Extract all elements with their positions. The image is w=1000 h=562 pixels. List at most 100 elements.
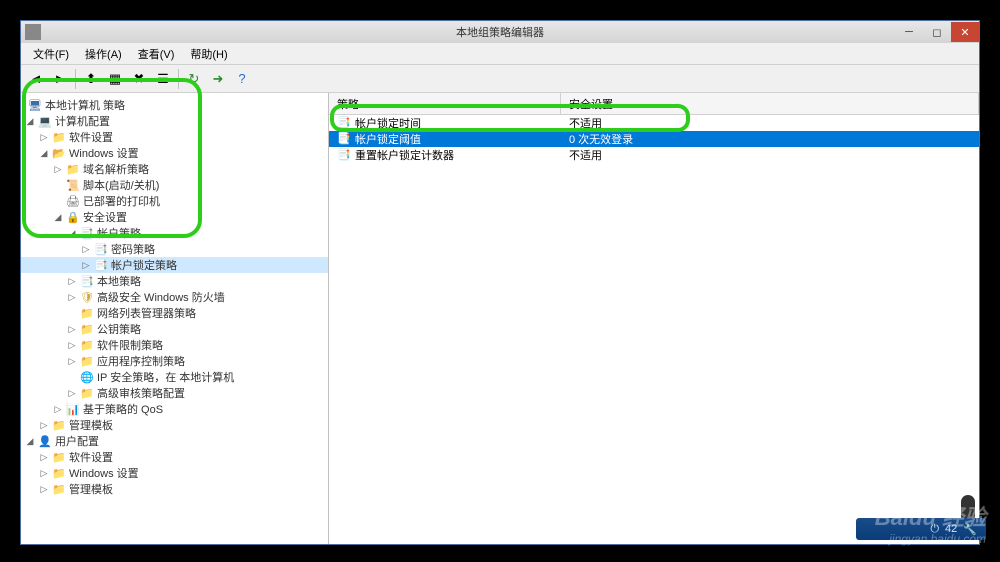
forward-button[interactable]: ► (49, 68, 71, 90)
list-panel: 策略 安全设置 📑帐户锁定时间 不适用 📑帐户锁定阈值 0 次无效登录 📑 重置帐… (329, 93, 979, 544)
tree-root[interactable]: 🖥本地计算机 策略 (21, 97, 328, 113)
expander-icon[interactable]: ▷ (39, 468, 49, 479)
tree-admin-templates[interactable]: ▷📁管理模板 (21, 417, 328, 433)
tree-computer-config[interactable]: ◢💻计算机配置 (21, 113, 328, 129)
tree-label: 软件设置 (69, 449, 113, 465)
policy-icon: 📑 (79, 274, 95, 288)
toolbar-separator (75, 69, 76, 89)
window-title: 本地组策略编辑器 (456, 24, 544, 40)
up-button[interactable]: ⬆ (80, 68, 102, 90)
folder-icon: 📁 (79, 322, 95, 336)
expander-icon[interactable]: ▷ (53, 404, 63, 415)
menu-file[interactable]: 文件(F) (25, 44, 77, 64)
tree-public-key[interactable]: ▷📁公钥策略 (21, 321, 328, 337)
tree-software-settings[interactable]: ▷📁软件设置 (21, 129, 328, 145)
close-button[interactable]: ✕ (951, 22, 979, 42)
policy-icon: 📑 (337, 148, 351, 162)
expander-icon[interactable]: ▷ (39, 132, 49, 143)
tree-software-restriction[interactable]: ▷📁软件限制策略 (21, 337, 328, 353)
expander-icon[interactable]: ▷ (39, 452, 49, 463)
tree-security-settings[interactable]: ◢🔒安全设置 (21, 209, 328, 225)
maximize-button[interactable]: ◻ (923, 22, 951, 42)
expander-icon[interactable]: ▷ (67, 356, 77, 367)
tree-label: 已部署的打印机 (83, 193, 160, 209)
expander-icon[interactable]: ▷ (53, 164, 63, 175)
column-setting[interactable]: 安全设置 (561, 93, 979, 114)
menu-help[interactable]: 帮助(H) (182, 44, 235, 64)
gear-icon: 💻 (37, 114, 53, 128)
list-row[interactable]: 📑帐户锁定时间 不适用 (329, 115, 979, 131)
list-cell-setting: 不适用 (561, 147, 979, 163)
watermark: Baidu 经验 jingyan.baidu.com (875, 500, 986, 546)
help-button[interactable]: ? (231, 68, 253, 90)
tree-account-lockout-policy[interactable]: ▷📑帐户锁定策略 (21, 257, 328, 273)
policy-icon: 📑 (79, 226, 95, 240)
expander-icon[interactable]: ◢ (25, 116, 35, 127)
column-policy[interactable]: 策略 (329, 93, 561, 114)
expander-icon[interactable]: ◢ (53, 212, 63, 223)
tree-password-policy[interactable]: ▷📑密码策略 (21, 241, 328, 257)
folder-icon: 📁 (79, 306, 95, 320)
menu-action[interactable]: 操作(A) (77, 44, 130, 64)
lock-icon: 🔒 (65, 210, 81, 224)
expander-icon[interactable]: ▷ (67, 276, 77, 287)
tree-panel[interactable]: 🖥本地计算机 策略 ◢💻计算机配置 ▷📁软件设置 ◢📂Windows 设置 ▷📁… (21, 93, 329, 544)
expander-icon[interactable]: ▷ (67, 292, 77, 303)
tree-windows-firewall[interactable]: ▷🛡高级安全 Windows 防火墙 (21, 289, 328, 305)
tree-user-config[interactable]: ◢👤用户配置 (21, 433, 328, 449)
minimize-button[interactable]: ─ (895, 22, 923, 42)
list-row[interactable]: 📑 重置帐户锁定计数器 不适用 (329, 147, 979, 163)
expander-icon[interactable]: ▷ (39, 420, 49, 431)
folder-icon: 📁 (79, 354, 95, 368)
refresh-button[interactable]: ↻ (183, 68, 205, 90)
titlebar: 本地组策略编辑器 ─ ◻ ✕ (21, 21, 979, 43)
tree-label: 域名解析策略 (83, 161, 149, 177)
tree-label: 网络列表管理器策略 (97, 305, 196, 321)
expander-icon[interactable]: ▷ (39, 484, 49, 495)
delete-button[interactable]: ✖ (128, 68, 150, 90)
list-cell-text: 帐户锁定阈值 (355, 131, 421, 147)
show-hide-tree-button[interactable]: ▦ (104, 68, 126, 90)
tree-windows-settings[interactable]: ◢📂Windows 设置 (21, 145, 328, 161)
export-button[interactable]: ➜ (207, 68, 229, 90)
expander-icon[interactable]: ▷ (81, 244, 91, 255)
tree-user-software[interactable]: ▷📁软件设置 (21, 449, 328, 465)
firewall-icon: 🛡 (79, 290, 95, 304)
tree-qos[interactable]: ▷📊基于策略的 QoS (21, 401, 328, 417)
tree-ip-security[interactable]: 🌐IP 安全策略，在 本地计算机 (21, 369, 328, 385)
expander-icon[interactable]: ▷ (67, 388, 77, 399)
globe-icon: 🌐 (79, 370, 95, 384)
folder-icon: 📁 (51, 482, 67, 496)
tree-label: 公钥策略 (97, 321, 141, 337)
tree-label: Windows 设置 (69, 145, 139, 161)
tree-printers[interactable]: 🖨已部署的打印机 (21, 193, 328, 209)
folder-icon: 📁 (51, 466, 67, 480)
tree-account-policies[interactable]: ◢📑帐户策略 (21, 225, 328, 241)
list-row[interactable]: 📑帐户锁定阈值 0 次无效登录 (329, 131, 979, 147)
tree-user-windows[interactable]: ▷📁Windows 设置 (21, 465, 328, 481)
tree-label: 本地计算机 策略 (45, 97, 125, 113)
back-button[interactable]: ◄ (25, 68, 47, 90)
toolbar-separator (178, 69, 179, 89)
expander-icon[interactable]: ◢ (39, 148, 49, 159)
content-area: 🖥本地计算机 策略 ◢💻计算机配置 ▷📁软件设置 ◢📂Windows 设置 ▷📁… (21, 93, 979, 544)
tree-name-resolution[interactable]: ▷📁域名解析策略 (21, 161, 328, 177)
tree-local-policies[interactable]: ▷📑本地策略 (21, 273, 328, 289)
tree-advanced-audit[interactable]: ▷📁高级审核策略配置 (21, 385, 328, 401)
list-cell-text: 重置帐户锁定计数器 (355, 147, 454, 163)
tree-app-control[interactable]: ▷📁应用程序控制策略 (21, 353, 328, 369)
expander-icon[interactable]: ▷ (67, 340, 77, 351)
properties-button[interactable]: ☰ (152, 68, 174, 90)
list-body[interactable]: 📑帐户锁定时间 不适用 📑帐户锁定阈值 0 次无效登录 📑 重置帐户锁定计数器 不… (329, 115, 979, 544)
expander-icon[interactable]: ▷ (81, 260, 91, 271)
tree-user-admin-templates[interactable]: ▷📁管理模板 (21, 481, 328, 497)
menu-view[interactable]: 查看(V) (130, 44, 183, 64)
expander-icon[interactable]: ◢ (25, 436, 35, 447)
tree-label: 帐户策略 (97, 225, 141, 241)
expander-icon[interactable]: ◢ (67, 228, 77, 239)
app-window: 本地组策略编辑器 ─ ◻ ✕ 文件(F) 操作(A) 查看(V) 帮助(H) ◄… (20, 20, 980, 545)
printer-icon: 🖨 (65, 194, 81, 208)
tree-scripts[interactable]: 📜脚本(启动/关机) (21, 177, 328, 193)
expander-icon[interactable]: ▷ (67, 324, 77, 335)
tree-network-list[interactable]: 📁网络列表管理器策略 (21, 305, 328, 321)
